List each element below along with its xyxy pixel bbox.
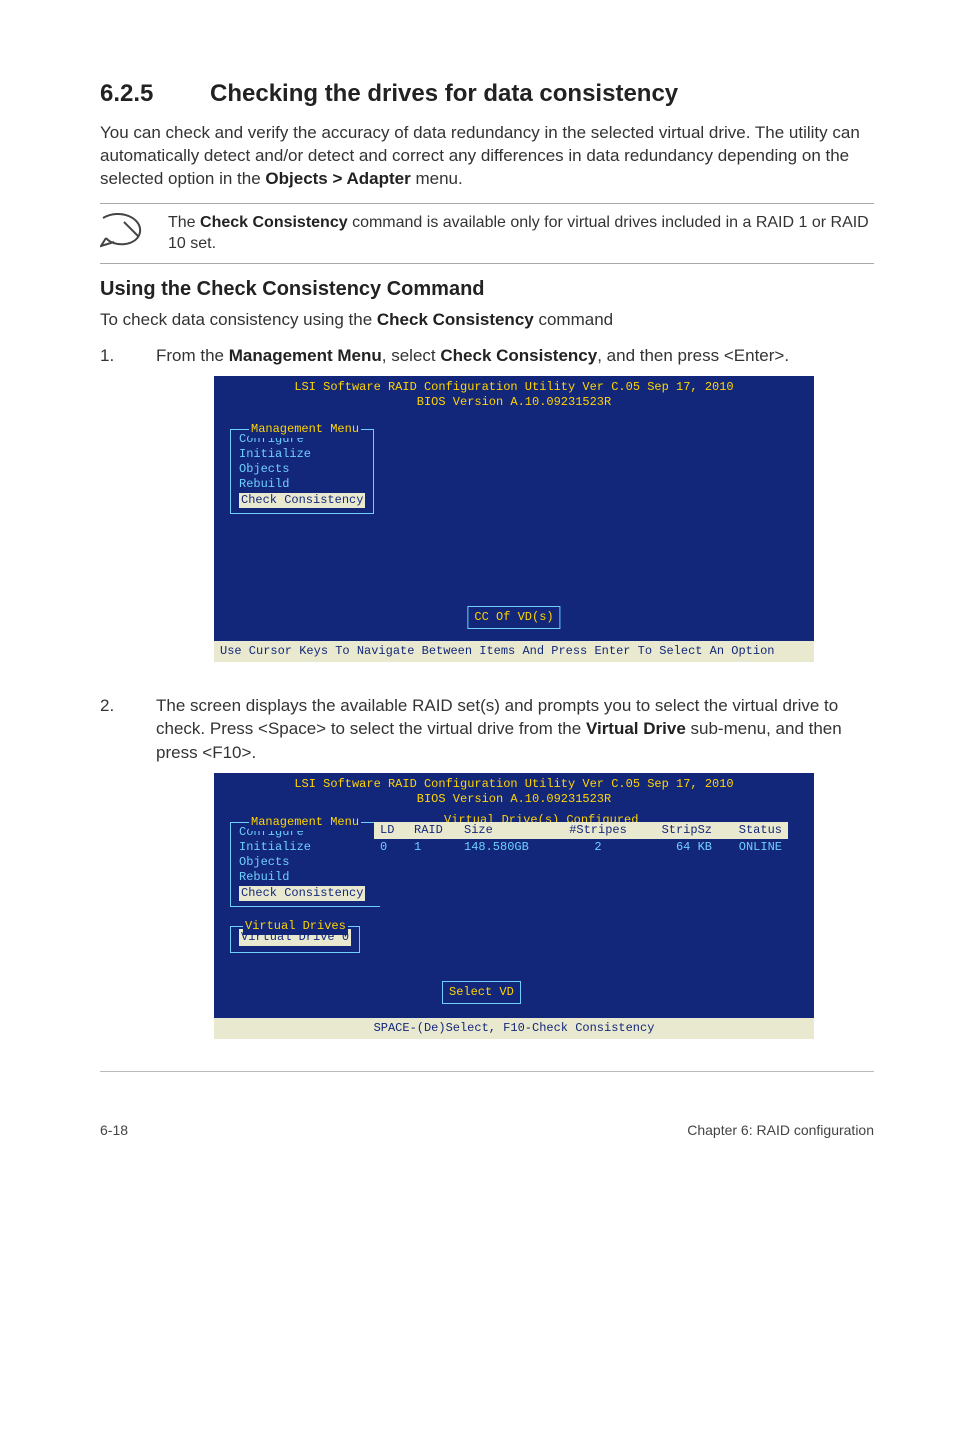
- bios2-vdrives-title: Virtual Drives: [243, 918, 348, 935]
- bios2-header-line2: BIOS Version A.10.09231523R: [214, 792, 814, 807]
- bios1-header: LSI Software RAID Configuration Utility …: [214, 376, 814, 411]
- bios1-management-menu: Management Menu Configure Initialize Obj…: [230, 429, 374, 514]
- bios2-management-menu: Management Menu Configure Initialize Obj…: [230, 822, 380, 907]
- vd-hdr-stripes: #Stripes: [558, 822, 638, 839]
- note-block: The Check Consistency command is availab…: [100, 203, 874, 264]
- bios1-menu-objects[interactable]: Objects: [239, 462, 365, 477]
- vd-hdr-raid: RAID: [408, 822, 458, 839]
- bios-screenshot-1: LSI Software RAID Configuration Utility …: [214, 376, 814, 662]
- vd-cell-ld: 0: [374, 839, 408, 856]
- bios-screenshot-2: LSI Software RAID Configuration Utility …: [214, 773, 814, 1039]
- bios2-select-vd-box: Select VD: [442, 981, 521, 1004]
- bios1-menu-rebuild[interactable]: Rebuild: [239, 477, 365, 492]
- section-heading: 6.2.5Checking the drives for data consis…: [100, 80, 874, 108]
- section-number: 6.2.5: [100, 80, 210, 108]
- bios1-footer: Use Cursor Keys To Navigate Between Item…: [214, 641, 814, 662]
- note-icon: [100, 212, 144, 248]
- step-number: 1.: [100, 344, 120, 680]
- intro-paragraph: You can check and verify the accuracy of…: [100, 122, 874, 191]
- note-text: The Check Consistency command is availab…: [168, 212, 874, 255]
- bios2-menu-check-consistency[interactable]: Check Consistency: [239, 886, 365, 901]
- vd-hdr-ld: LD: [374, 822, 408, 839]
- bios2-header: LSI Software RAID Configuration Utility …: [214, 773, 814, 808]
- bios2-menu-objects[interactable]: Objects: [239, 855, 380, 870]
- vd-cell-stripes: 2: [558, 839, 638, 856]
- chapter-label: Chapter 6: RAID configuration: [687, 1122, 874, 1138]
- vd-cell-size: 148.580GB: [458, 839, 558, 856]
- bios2-vd-table: LD RAID Size #Stripes StripSz Status 0 1…: [374, 822, 804, 856]
- footer-divider: [100, 1071, 874, 1072]
- bios1-header-line2: BIOS Version A.10.09231523R: [214, 395, 814, 410]
- vd-cell-stripsz: 64 KB: [638, 839, 718, 856]
- bios2-header-line1: LSI Software RAID Configuration Utility …: [214, 777, 814, 792]
- vd-cell-status: ONLINE: [718, 839, 788, 856]
- bios1-header-line1: LSI Software RAID Configuration Utility …: [214, 380, 814, 395]
- bios2-menu-initialize[interactable]: Initialize: [239, 840, 380, 855]
- vd-hdr-status: Status: [718, 822, 788, 839]
- section-title-text: Checking the drives for data consistency: [210, 80, 678, 107]
- page-number: 6-18: [100, 1122, 128, 1138]
- bios2-footer: SPACE-(De)Select, F10-Check Consistency: [214, 1018, 814, 1039]
- page-footer: 6-18 Chapter 6: RAID configuration: [100, 1122, 874, 1138]
- vd-row-0: 0 1 148.580GB 2 64 KB ONLINE: [374, 839, 804, 856]
- step-2: 2. The screen displays the available RAI…: [100, 694, 874, 1057]
- bios1-cc-box: CC Of VD(s): [467, 606, 560, 629]
- vd-cell-raid: 1: [408, 839, 458, 856]
- step-1: 1. From the Management Menu, select Chec…: [100, 344, 874, 680]
- bios2-virtual-drives-box: Virtual Drives Virtual Drive 0: [230, 926, 360, 953]
- vd-hdr-stripsz: StripSz: [638, 822, 718, 839]
- bios2-menu-title: Management Menu: [249, 814, 361, 831]
- bios1-menu-title: Management Menu: [249, 421, 361, 438]
- bios1-menu-initialize[interactable]: Initialize: [239, 447, 365, 462]
- lead-paragraph: To check data consistency using the Chec…: [100, 309, 874, 332]
- step-number: 2.: [100, 694, 120, 1057]
- bios1-menu-check-consistency[interactable]: Check Consistency: [239, 493, 365, 508]
- bios2-menu-rebuild[interactable]: Rebuild: [239, 870, 380, 885]
- subheading: Using the Check Consistency Command: [100, 278, 874, 301]
- vd-hdr-size: Size: [458, 822, 558, 839]
